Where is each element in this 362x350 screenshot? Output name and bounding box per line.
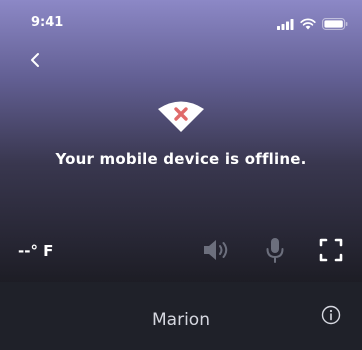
status-bar: 9:41 [0,0,362,46]
cellular-signal-icon [277,15,294,34]
back-button[interactable] [24,48,48,72]
microphone-button[interactable] [260,236,290,264]
temperature-readout: --° F [18,242,54,260]
device-name: Marion [152,310,210,330]
fullscreen-icon [319,238,343,262]
speaker-button[interactable] [202,236,232,264]
microphone-icon [266,238,284,263]
fullscreen-button[interactable] [316,236,346,264]
info-icon [321,305,341,325]
info-button[interactable] [320,304,342,326]
wifi-icon [300,15,316,34]
camera-view: 9:41 Your mobile device is offline. --° … [0,0,362,282]
wifi-off-icon [158,98,204,132]
chevron-left-icon [31,53,39,67]
device-bar: Marion [0,282,362,350]
offline-message: Your mobile device is offline. [55,150,307,168]
camera-screen: 9:41 Your mobile device is offline. --° … [0,0,362,350]
battery-icon [322,15,348,34]
offline-notice: Your mobile device is offline. [0,98,362,168]
speaker-icon [204,240,228,260]
status-icons [277,15,348,34]
status-time: 9:41 [31,15,64,30]
